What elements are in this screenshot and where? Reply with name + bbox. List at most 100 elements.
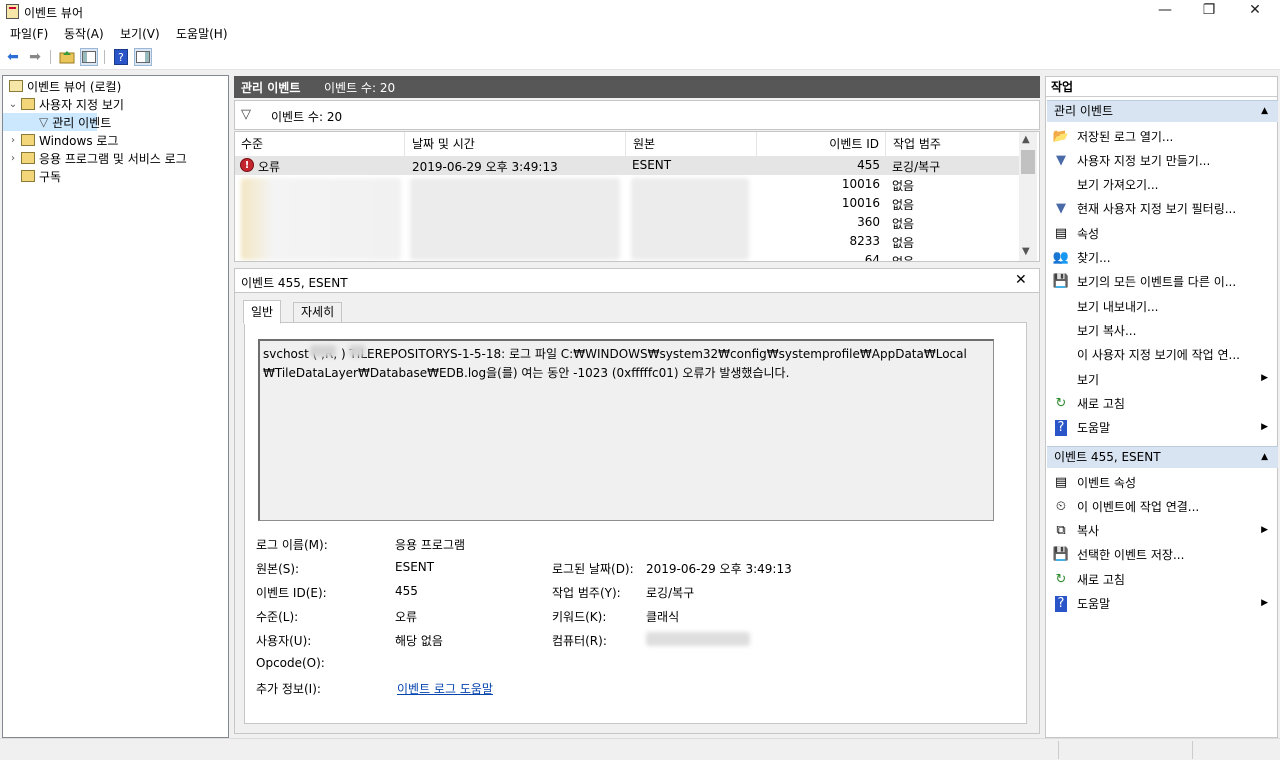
event-id-label: 이벤트 ID(E): — [256, 586, 327, 600]
close-detail-icon[interactable]: ✕ — [1015, 272, 1027, 288]
tree-item-label: Windows 로그 — [39, 133, 119, 148]
center-title: 관리 이벤트 — [241, 81, 301, 95]
cell-event-id: 455 — [857, 158, 880, 172]
menu-action[interactable]: 동작(A) — [64, 25, 104, 42]
cell-category: 없음 — [892, 255, 915, 262]
section-title: 이벤트 455, ESENT — [1054, 450, 1161, 464]
action-item[interactable]: ? 도움말 ▶ — [1047, 416, 1278, 440]
filter-icon: ▼ — [1056, 201, 1066, 217]
action-item[interactable]: 📂 저장된 로그 열기... — [1047, 124, 1278, 148]
tree-item-windows-logs[interactable]: › Windows 로그 — [3, 131, 228, 149]
filter-create-icon: ▼ — [1056, 152, 1066, 168]
action-item[interactable]: 💾 선택한 이벤트 저장... — [1047, 543, 1278, 567]
action-item[interactable]: ? 도움말 ▶ — [1047, 592, 1278, 616]
column-header-task-category[interactable]: 작업 범주 — [887, 132, 1021, 156]
help-icon: ? — [1055, 419, 1067, 436]
maximize-button[interactable]: ❐ — [1186, 0, 1232, 22]
log-name-value: 응용 프로그램 — [395, 538, 466, 552]
cell-event-id: 360 — [857, 215, 880, 229]
folder-icon — [21, 98, 35, 110]
event-log-help-link[interactable]: 이벤트 로그 도움말 — [397, 680, 493, 697]
action-item[interactable]: ↻ 새로 고침 — [1047, 391, 1278, 415]
close-window-button[interactable]: ✕ — [1232, 0, 1278, 22]
chevron-right-icon[interactable]: › — [7, 135, 19, 146]
event-message-box[interactable]: svchost ( ,R, ) TILEREPOSITORYS-1-5-18: … — [258, 339, 994, 521]
action-label: 새로 고침 — [1077, 572, 1125, 587]
blank-icon — [1053, 177, 1069, 193]
chevron-right-icon[interactable]: › — [7, 153, 19, 164]
action-label: 이 이벤트에 작업 연결... — [1077, 499, 1200, 514]
event-list-scrollbar[interactable]: ▲ ▼ — [1019, 132, 1037, 261]
column-header-event-id[interactable]: 이벤트 ID — [758, 132, 886, 156]
column-header-datetime[interactable]: 날짜 및 시간 — [406, 132, 626, 156]
toolbar: ⬅ ➡ ? — [0, 44, 1280, 70]
show-hide-console-tree-icon[interactable] — [80, 48, 98, 66]
tree-item-root[interactable]: 이벤트 뷰어 (로컬) — [3, 77, 228, 95]
up-folder-icon[interactable] — [58, 48, 76, 66]
help-icon[interactable]: ? — [112, 48, 130, 66]
action-item[interactable]: ⧉ 복사 ▶ — [1047, 519, 1278, 543]
action-label: 보기 가져오기... — [1077, 178, 1159, 193]
actions-section-event[interactable]: 이벤트 455, ESENT ▲ — [1047, 446, 1278, 468]
cell-event-id: 8233 — [849, 234, 880, 248]
menu-help[interactable]: 도움말(H) — [176, 25, 228, 42]
action-label: 보기의 모든 이벤트를 다른 이... — [1077, 275, 1237, 290]
scroll-down-icon[interactable]: ▼ — [1022, 246, 1030, 257]
event-properties-icon: ▤ — [1054, 474, 1068, 490]
scroll-up-icon[interactable]: ▲ — [1022, 134, 1030, 145]
action-item[interactable]: ▤ 이벤트 속성 — [1047, 470, 1278, 494]
cell-source: ESENT — [632, 158, 672, 172]
level-value: 오류 — [395, 610, 418, 624]
refresh-icon: ↻ — [1055, 395, 1067, 411]
action-item[interactable]: ↻ 새로 고침 — [1047, 567, 1278, 591]
tab-general[interactable]: 일반 — [243, 300, 282, 324]
collapse-icon[interactable]: ▲ — [1261, 447, 1268, 468]
action-item[interactable]: 👥 찾기... — [1047, 246, 1278, 270]
scrollbar-thumb[interactable] — [1021, 150, 1035, 174]
action-item[interactable]: ▤ 속성 — [1047, 221, 1278, 245]
collapse-icon[interactable]: ▲ — [1261, 101, 1268, 122]
action-item[interactable]: 보기 복사... — [1047, 318, 1278, 342]
action-label: 보기 — [1077, 372, 1100, 387]
tree-item-app-service-logs[interactable]: › 응용 프로그램 및 서비스 로그 — [3, 149, 228, 167]
tree-item-subscriptions[interactable]: 구독 — [3, 167, 228, 185]
tree-item-label: 구독 — [39, 169, 62, 184]
keywords-label: 키워드(K): — [552, 610, 607, 624]
subscriptions-icon — [21, 170, 35, 182]
column-header-level[interactable]: 수준 — [235, 132, 405, 156]
center-event-count: 이벤트 수: 20 — [324, 81, 396, 95]
action-item[interactable]: 보기 ▶ — [1047, 367, 1278, 391]
blank-icon — [1053, 347, 1069, 363]
minimize-button[interactable]: — — [1142, 0, 1188, 22]
redacted-area — [410, 178, 620, 260]
tab-details[interactable]: 자세히 — [293, 302, 343, 323]
actions-section-admin-events[interactable]: 관리 이벤트 ▲ — [1047, 100, 1278, 122]
chevron-down-icon[interactable]: ⌄ — [7, 99, 19, 110]
action-item[interactable]: ⏲ 이 이벤트에 작업 연결... — [1047, 494, 1278, 518]
center-pane-header: 관리 이벤트 이벤트 수: 20 — [234, 76, 1040, 98]
forward-arrow-icon[interactable]: ➡ — [26, 48, 44, 66]
event-detail-header: 이벤트 455, ESENT ✕ — [234, 268, 1040, 293]
back-arrow-icon[interactable]: ⬅ — [4, 48, 22, 66]
save-icon: 💾 — [1052, 274, 1070, 290]
action-item[interactable]: 보기 가져오기... — [1047, 173, 1278, 197]
action-item[interactable]: 이 사용자 지정 보기에 작업 연... — [1047, 343, 1278, 367]
action-label: 이벤트 속성 — [1077, 475, 1137, 490]
event-viewer-icon — [9, 80, 23, 92]
action-item[interactable]: 보기 내보내기... — [1047, 294, 1278, 318]
folder-icon — [21, 152, 35, 164]
filter-icon: ▽ — [39, 115, 49, 129]
action-item[interactable]: ▼ 현재 사용자 지정 보기 필터링... — [1047, 197, 1278, 221]
menu-file[interactable]: 파일(F) — [10, 25, 48, 42]
log-name-label: 로그 이름(M): — [256, 538, 328, 552]
action-item[interactable]: ▼ 사용자 지정 보기 만들기... — [1047, 148, 1278, 172]
event-list: 수준 날짜 및 시간 원본 이벤트 ID 작업 범주 ! 오류 2019-06-… — [234, 131, 1040, 262]
status-bar — [0, 738, 1280, 760]
table-row[interactable]: ! 오류 2019-06-29 오후 3:49:13 ESENT 455 로깅/… — [235, 156, 1021, 175]
menu-view[interactable]: 보기(V) — [120, 25, 160, 42]
column-header-source[interactable]: 원본 — [627, 132, 757, 156]
action-item[interactable]: 💾 보기의 모든 이벤트를 다른 이... — [1047, 270, 1278, 294]
tree-item-custom-views[interactable]: ⌄ 사용자 지정 보기 — [3, 95, 228, 113]
show-hide-action-pane-icon[interactable] — [134, 48, 152, 66]
tree-item-admin-events[interactable]: ▽ 관리 이벤트 — [3, 113, 111, 131]
